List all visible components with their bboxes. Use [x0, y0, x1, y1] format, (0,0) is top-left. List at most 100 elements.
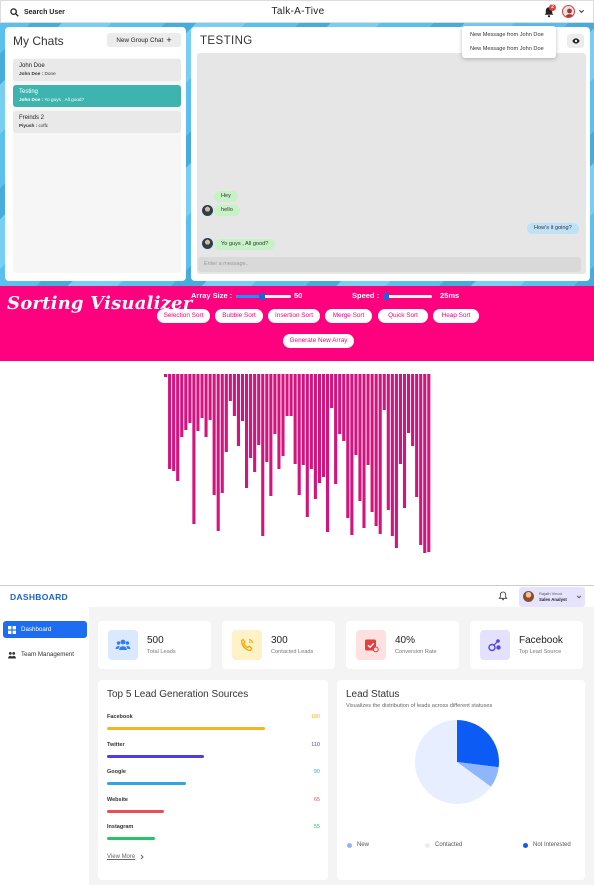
chat-name: John Doe — [19, 63, 45, 69]
stat-value: 300 — [271, 635, 288, 646]
chat-name: Freinds 2 — [19, 115, 45, 121]
message-input[interactable]: Enter a message.. — [198, 257, 581, 272]
array-bar — [305, 374, 309, 517]
heap-sort-button[interactable]: Heap Sort — [433, 309, 479, 323]
array-bar — [342, 374, 346, 441]
user-role: Sales Analyst — [539, 597, 567, 602]
notification-item[interactable]: New Message from John Doe — [462, 42, 556, 56]
view-profile-button[interactable] — [567, 34, 584, 48]
array-bar — [216, 374, 220, 531]
array-bar — [309, 374, 313, 469]
app-title: Talk-A-Tive — [271, 6, 325, 17]
array-bar — [168, 374, 172, 469]
lead-source-value: 180 — [310, 714, 320, 720]
array-bar — [285, 374, 289, 416]
chat-last-message: John Doe : Yo guys , All good? — [19, 97, 85, 102]
dashboard-top-bar: DASHBOARD Rajath Vinod Sales Analyst — [0, 586, 594, 607]
message-bubble: hello — [214, 205, 240, 216]
lead-status-panel: Lead Status Visualizes the distribution … — [337, 680, 585, 880]
slider-handle[interactable] — [258, 293, 265, 300]
sorting-bars-area — [0, 361, 594, 585]
array-bar — [192, 374, 196, 524]
array-bar — [265, 374, 269, 462]
source-icon — [480, 630, 510, 660]
selection-sort-button[interactable]: Selection Sort — [157, 309, 210, 323]
my-chats-panel: My Chats New Group Chat + John Doe John … — [5, 27, 186, 281]
chevron-down-icon[interactable] — [578, 8, 585, 15]
array-bar — [398, 374, 402, 464]
array-bar — [334, 374, 338, 484]
slider-handle[interactable] — [383, 293, 390, 300]
array-bar — [236, 374, 240, 446]
bubble-sort-button[interactable]: Bubble Sort — [215, 309, 263, 323]
stat-label: Top Lead Source — [519, 649, 562, 655]
lead-source-bar — [107, 727, 265, 730]
merge-sort-button[interactable]: Merge Sort — [325, 309, 372, 323]
notification-item[interactable]: New Message from John Doe — [462, 28, 556, 42]
array-bar — [390, 374, 394, 536]
team-icon — [8, 651, 16, 658]
array-bar — [394, 374, 398, 548]
pie-slice-not-interested — [457, 720, 500, 768]
view-more-label: View More — [107, 854, 136, 860]
array-bar — [301, 374, 305, 465]
generate-new-array-button[interactable]: Generate New Array — [283, 334, 354, 348]
speed-slider[interactable] — [383, 293, 432, 300]
array-bar — [249, 374, 253, 458]
array-bar — [362, 374, 366, 528]
array-bar — [204, 374, 208, 437]
view-more-link[interactable]: View More — [107, 854, 145, 860]
my-chats-title: My Chats — [13, 34, 64, 48]
chat-list-item[interactable]: Freinds 2 Piyush : cxffc — [13, 111, 181, 133]
bell-icon[interactable] — [498, 591, 508, 601]
avatar[interactable] — [562, 5, 575, 18]
chat-list-item-active[interactable]: Testing John Doe : Yo guys , All good? — [13, 85, 181, 107]
array-bar — [358, 374, 362, 501]
array-bar — [346, 374, 350, 518]
chat-list-item[interactable]: John Doe John Doe : Done — [13, 59, 181, 81]
lead-source-name: Twitter — [107, 741, 125, 748]
stat-label: Total Leads — [147, 649, 176, 655]
array-bar — [232, 374, 236, 416]
array-size-label: Array Size : — [191, 291, 233, 300]
quick-sort-button[interactable]: Quick Sort — [378, 309, 428, 323]
array-size-slider[interactable] — [236, 293, 291, 300]
eye-icon — [571, 38, 580, 44]
notification-menu: New Message from John Doe New Message fr… — [462, 26, 556, 58]
avatar — [202, 205, 213, 216]
array-bar — [415, 374, 419, 497]
array-bar — [317, 374, 321, 483]
stat-value: Facebook — [519, 635, 563, 646]
dashboard-screenshot: DASHBOARD Rajath Vinod Sales Analyst Das… — [0, 585, 594, 885]
array-bar — [188, 374, 192, 423]
legend-label: New — [357, 842, 370, 848]
array-bar — [200, 374, 204, 418]
lead-source-value: 55 — [313, 824, 320, 830]
sidebar-item-team-management[interactable]: Team Management — [3, 646, 87, 663]
stat-value: 500 — [147, 635, 164, 646]
avatar — [523, 591, 534, 602]
sidebar-item-dashboard[interactable]: Dashboard — [3, 621, 87, 638]
insertion-sort-button[interactable]: Insertion Sort — [268, 309, 320, 323]
array-bar — [338, 374, 342, 434]
array-bar — [370, 374, 374, 512]
array-bar — [313, 374, 317, 499]
lead-source-name: Facebook — [107, 714, 133, 720]
array-bar — [273, 374, 277, 434]
array-bar — [321, 374, 326, 477]
dashboard-logo: DASHBOARD — [10, 592, 68, 602]
array-bar — [269, 374, 273, 496]
array-bar — [261, 374, 265, 536]
user-profile-chip[interactable]: Rajath Vinod Sales Analyst — [519, 587, 585, 607]
sorting-bars — [164, 374, 431, 553]
chat-list: John Doe John Doe : Done Testing John Do… — [13, 58, 181, 273]
new-group-chat-button[interactable]: New Group Chat + — [107, 33, 181, 47]
stat-label: Conversion Rate — [395, 649, 437, 655]
notification-badge: 2 — [549, 4, 556, 11]
legend-dot — [523, 842, 528, 848]
array-bar — [366, 374, 370, 465]
lead-status-title: Lead Status — [346, 689, 400, 700]
message-bubble: Yo guys , All good? — [214, 239, 276, 250]
array-bar — [212, 374, 216, 495]
user-name: Rajath Vinod — [539, 591, 562, 596]
